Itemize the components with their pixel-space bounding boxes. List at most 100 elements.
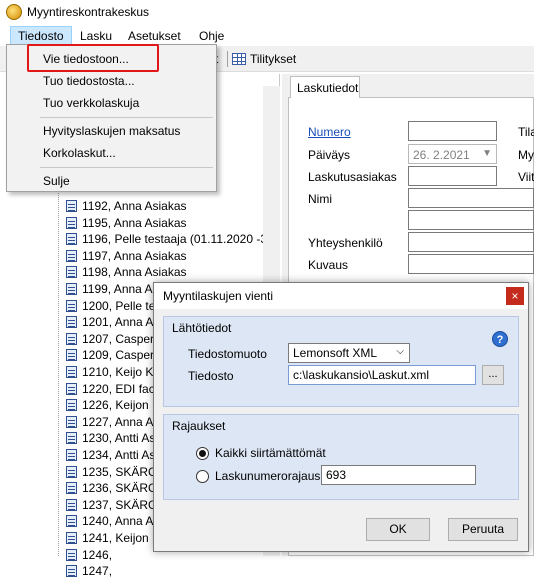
kuvaus-field[interactable] (408, 254, 534, 274)
invoice-document-icon (66, 283, 77, 295)
rajaukset-group: Rajaukset Kaikki siirtämättömät Laskunum… (163, 414, 519, 500)
invoice-document-icon (66, 266, 77, 278)
invoice-document-icon (66, 449, 77, 461)
invoice-document-icon (66, 565, 77, 577)
dialog-title: Myyntilaskujen vienti (163, 289, 274, 303)
dialog-titlebar: Myyntilaskujen vienti × (154, 283, 528, 309)
invoice-document-icon (66, 217, 77, 229)
tree-row[interactable]: 1197, Anna Asiakas (66, 248, 278, 264)
tila-label: Tila (518, 125, 534, 139)
file-path-input[interactable]: c:\laskukansio\Laskut.xml (288, 365, 476, 385)
yhteyshenkilo-field[interactable] (408, 232, 534, 252)
menu-item-tuo-verkkolaskuja[interactable]: Tuo verkkolaskuja (43, 93, 139, 113)
menu-separator (40, 167, 213, 168)
invoice-document-icon (66, 349, 77, 361)
nimi-label: Nimi (308, 192, 332, 206)
lahtotiedot-group: Lähtötiedot ? Tiedostomuoto Lemonsoft XM… (163, 316, 519, 407)
radio-laskunumerorajaus[interactable] (196, 470, 209, 483)
menu-lasku[interactable]: Lasku (73, 26, 119, 46)
cancel-button[interactable]: Peruuta (448, 518, 518, 541)
tree-connector-line (58, 190, 59, 556)
menubar: Tiedosto Lasku Asetukset Ohje (0, 26, 534, 46)
invoice-document-icon (66, 432, 77, 444)
menu-asetukset[interactable]: Asetukset (121, 26, 188, 46)
tree-row[interactable]: 1192, Anna Asiakas (66, 198, 278, 214)
tree-row-label: 1192, Anna Asiakas (82, 199, 187, 213)
laskutusasiakas-label: Laskutusasiakas (308, 170, 397, 184)
toolbar-separator (227, 51, 228, 67)
tree-row-label: 1234, Antti Asu (82, 448, 163, 462)
menu-tiedosto[interactable]: Tiedosto (10, 26, 72, 46)
close-icon[interactable]: × (506, 287, 524, 305)
tree-row-label: 1207, Casper ( (82, 332, 162, 346)
file-path-value: c:\laskukansio\Laskut.xml (293, 368, 430, 382)
menu-item-sulje[interactable]: Sulje (43, 171, 70, 191)
tree-row-label: 1210, Keijo Kor (82, 365, 165, 379)
tree-row-label: 1196, Pelle testaaja (01.11.2020 -30.1 (82, 232, 278, 246)
lahtotiedot-title: Lähtötiedot (172, 321, 232, 335)
app-icon (6, 4, 22, 20)
radio-kaikki-label[interactable]: Kaikki siirtämättömät (215, 446, 326, 460)
invoice-document-icon (66, 416, 77, 428)
menu-item-hyvityslaskujen-maksatus[interactable]: Hyvityslaskujen maksatus (43, 121, 180, 141)
invoice-document-icon (66, 399, 77, 411)
tilitykset-button[interactable]: Tilitykset (232, 50, 296, 68)
paivays-label: Päiväys (308, 148, 351, 162)
nimi-field-2[interactable] (408, 210, 534, 230)
window-title: Myyntireskontrakeskus (27, 5, 150, 19)
format-value: Lemonsoft XML (293, 346, 378, 360)
tree-row-label: 1197, Anna Asiakas (82, 249, 187, 263)
invoice-document-icon (66, 333, 77, 345)
radio-kaikki[interactable] (196, 447, 209, 460)
invoice-document-icon (66, 515, 77, 527)
invoice-document-icon (66, 383, 77, 395)
chevron-down-icon[interactable]: ▼ (482, 148, 492, 159)
invoice-document-icon (66, 482, 77, 494)
invoice-document-icon (66, 200, 77, 212)
menu-item-tuo-tiedostosta[interactable]: Tuo tiedostosta... (43, 71, 135, 91)
browse-button[interactable]: ... (482, 365, 504, 385)
yhteyshenkilo-label: Yhteyshenkilö (308, 236, 383, 250)
rajaukset-title: Rajaukset (172, 419, 226, 433)
invoice-document-icon (66, 233, 77, 245)
invoice-document-icon (66, 250, 77, 262)
menu-ohje[interactable]: Ohje (192, 26, 231, 46)
tree-row-label: 1246, (82, 548, 113, 562)
tree-row[interactable]: 1247, (66, 563, 278, 579)
window-titlebar: Myyntireskontrakeskus (0, 0, 534, 24)
nimi-field-1[interactable] (408, 188, 534, 208)
invoice-document-icon (66, 499, 77, 511)
viit-label: Viit (518, 170, 534, 184)
paivays-field[interactable]: 26. 2.2021 ▼ (408, 144, 497, 164)
tree-row[interactable]: 1198, Anna Asiakas (66, 264, 278, 280)
invoice-document-icon (66, 366, 77, 378)
range-input[interactable]: 693 (321, 465, 476, 485)
invoice-document-icon (66, 316, 77, 328)
format-select[interactable]: Lemonsoft XML ⌵ (288, 343, 410, 363)
laskutusasiakas-field[interactable] (408, 166, 497, 186)
menu-separator (40, 117, 213, 118)
my-label: My (518, 148, 534, 162)
tree-row[interactable]: 1195, Anna Asiakas (66, 215, 278, 231)
menu-item-korkolaskut[interactable]: Korkolaskut... (43, 143, 116, 163)
tilitykset-label: Tilitykset (250, 52, 297, 66)
ok-button[interactable]: OK (366, 518, 430, 541)
tree-row-label: 1230, Antti Ase (82, 431, 163, 445)
tree-row-label: 1209, Casper (82, 348, 155, 362)
invoice-document-icon (66, 300, 77, 312)
export-dialog: Myyntilaskujen vienti × Lähtötiedot ? Ti… (153, 282, 529, 552)
chevron-down-icon: ⌵ (396, 346, 404, 357)
range-value: 693 (326, 468, 347, 482)
paivays-value: 26. 2.2021 (413, 148, 470, 162)
help-icon[interactable]: ? (492, 331, 508, 347)
highlight-annotation (27, 44, 159, 72)
invoice-document-icon (66, 549, 77, 561)
kuvaus-label: Kuvaus (308, 258, 349, 272)
table-icon (232, 53, 246, 65)
radio-range-label[interactable]: Laskunumerorajaus (215, 469, 320, 483)
numero-field[interactable] (408, 121, 497, 141)
file-label: Tiedosto (188, 369, 234, 383)
tab-laskutiedot[interactable]: Laskutiedot (290, 76, 360, 98)
numero-link[interactable]: Numero (308, 125, 351, 139)
tree-row[interactable]: 1196, Pelle testaaja (01.11.2020 -30.1 (66, 231, 278, 247)
